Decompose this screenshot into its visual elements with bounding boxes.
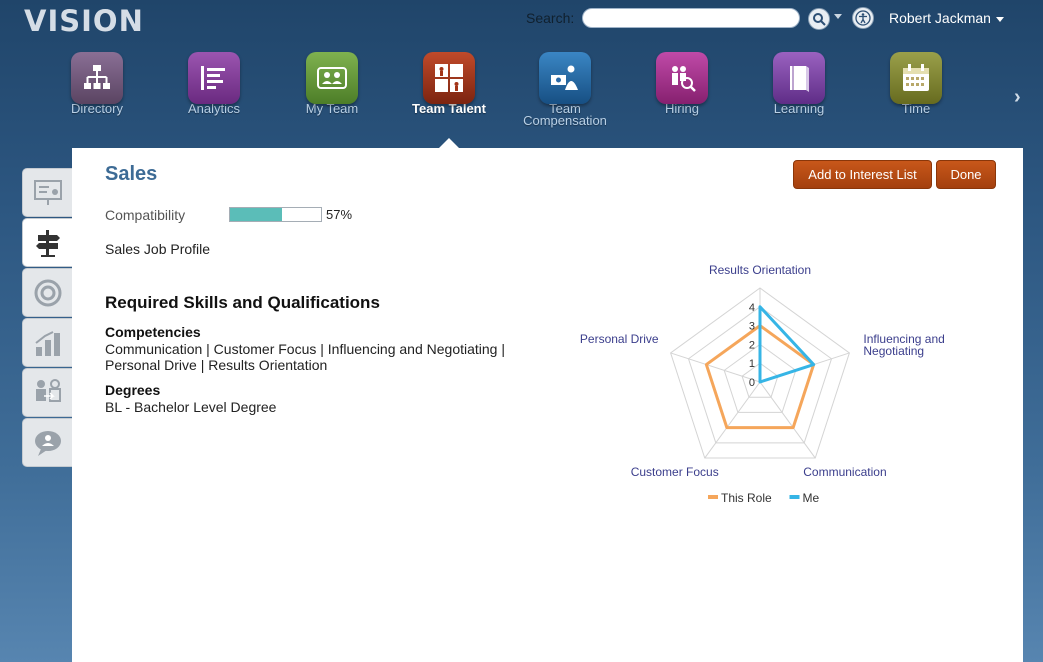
radar-axis-label: Customer Focus xyxy=(631,465,719,479)
degrees-heading: Degrees xyxy=(105,382,161,398)
nav-label: Learning xyxy=(773,101,825,116)
nav-directory[interactable]: Directory xyxy=(42,52,152,116)
nav-time[interactable]: Time xyxy=(861,52,971,116)
compensation-icon xyxy=(539,52,591,104)
compatibility-bar-fill xyxy=(230,208,282,221)
search-input[interactable] xyxy=(582,8,800,28)
book-icon xyxy=(773,52,825,104)
org-chart-icon xyxy=(71,52,123,104)
presentation-icon xyxy=(34,180,62,205)
nav-learning[interactable]: Learning xyxy=(744,52,854,116)
required-skills-heading: Required Skills and Qualifications xyxy=(105,293,380,312)
legend-swatch xyxy=(789,495,800,499)
signpost-icon xyxy=(36,230,60,257)
nav-label: My Team xyxy=(305,101,359,116)
nav-my-team[interactable]: My Team xyxy=(277,52,387,116)
add-to-interest-list-button[interactable]: Add to Interest List xyxy=(793,160,932,189)
side-tab-people[interactable] xyxy=(22,368,72,417)
radar-spoke xyxy=(704,381,761,459)
nav-label: Team Talent xyxy=(412,101,486,116)
page-title: Sales xyxy=(105,163,158,185)
user-menu[interactable]: Robert Jackman xyxy=(889,10,991,26)
target-icon xyxy=(34,279,62,307)
nav-label: Directory xyxy=(70,101,123,116)
nav-analytics[interactable]: Analytics xyxy=(159,52,269,116)
chevron-right-icon[interactable]: › xyxy=(1014,86,1021,109)
bar-chart-icon xyxy=(35,331,60,356)
radar-axis-label: Results Orientation xyxy=(709,263,811,277)
search-options-dropdown[interactable] xyxy=(834,14,842,19)
competencies-heading: Competencies xyxy=(105,324,201,340)
job-profile-name: Sales Job Profile xyxy=(105,241,211,257)
competencies-line-2: Personal Drive | Results Orientation xyxy=(105,357,328,373)
radar-tick-label: 4 xyxy=(749,302,755,314)
degrees-text: BL - Bachelor Level Degree xyxy=(105,399,277,415)
nav-hiring[interactable]: Hiring xyxy=(627,52,737,116)
analytics-icon xyxy=(188,52,240,104)
radar-chart: 0 1 2 3 4 Results Orientation Influencing and N… xyxy=(580,263,945,505)
radar-tick-label: 1 xyxy=(749,358,755,370)
accessibility-icon xyxy=(855,10,871,26)
vision-logo: VISION xyxy=(24,4,144,38)
search-label: Search: xyxy=(526,10,575,26)
side-tab-signpost[interactable] xyxy=(22,218,72,267)
radar-axis-label: Influencing and Negotiating xyxy=(863,332,944,358)
side-tab-presentation[interactable] xyxy=(22,168,72,217)
competencies-line-1: Communication | Customer Focus | Influen… xyxy=(105,341,505,357)
chat-bubble-icon xyxy=(35,431,61,456)
nav-label: Analytics xyxy=(187,101,241,116)
side-tab-chat[interactable] xyxy=(22,418,72,467)
compatibility-percent: 57% xyxy=(326,207,353,222)
magnifier-icon xyxy=(813,13,826,26)
legend-label: Me xyxy=(803,491,820,505)
calendar-icon xyxy=(890,52,942,104)
legend-swatch xyxy=(708,495,718,499)
radar-tick-label: 3 xyxy=(749,321,755,333)
team-icon xyxy=(306,52,358,104)
compatibility-label: Compatibility xyxy=(105,207,186,223)
nav-team-talent[interactable]: Team Talent xyxy=(394,52,504,116)
people-transfer-icon xyxy=(36,379,61,402)
search-button[interactable] xyxy=(808,8,830,30)
accessibility-button[interactable] xyxy=(852,7,874,29)
hiring-icon xyxy=(656,52,708,104)
radar-spoke xyxy=(759,381,816,459)
nav-label: Time xyxy=(901,101,931,116)
legend-label: This Role xyxy=(721,491,772,505)
nav-label-line2: Compensation xyxy=(523,113,607,128)
side-tab-bar-chart[interactable] xyxy=(22,318,72,367)
side-tab-target[interactable] xyxy=(22,268,72,317)
talent-icon xyxy=(423,52,475,104)
nav-team-compensation[interactable]: Team Compensation xyxy=(510,52,620,128)
radar-axis-label: Communication xyxy=(803,465,886,479)
side-tab-bar xyxy=(22,168,72,468)
radar-tick-label: 2 xyxy=(749,339,755,351)
done-button[interactable]: Done xyxy=(936,160,996,189)
caret-down-icon[interactable] xyxy=(996,17,1004,22)
compatibility-bar xyxy=(229,207,322,222)
radar-tick-label: 0 xyxy=(749,377,755,389)
radar-axis-label: Personal Drive xyxy=(580,332,659,346)
nav-label: Hiring xyxy=(665,101,699,116)
